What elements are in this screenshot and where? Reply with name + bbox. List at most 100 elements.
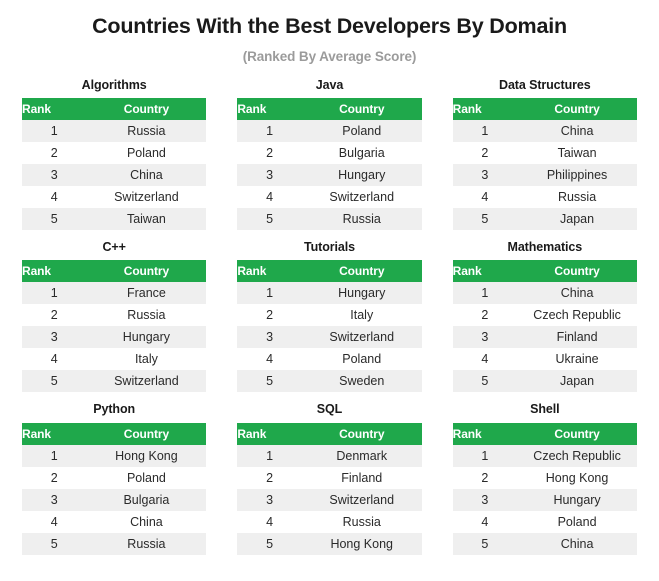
cell-rank: 2: [452, 304, 518, 327]
cell-rank: 4: [237, 510, 302, 533]
table-header-row: Rank Country: [452, 98, 637, 121]
cell-country: Hungary: [517, 488, 637, 511]
cell-rank: 3: [452, 164, 518, 187]
cell-rank: 5: [237, 370, 302, 393]
cell-rank: 5: [22, 208, 87, 231]
table-row: 5 Switzerland: [22, 370, 207, 393]
table-row: 1 France: [22, 282, 207, 305]
table-row: 2 Poland: [22, 142, 207, 165]
cell-rank: 1: [22, 120, 87, 143]
table-row: 5 Taiwan: [22, 208, 207, 231]
panel-title-cpp: C++: [102, 240, 126, 255]
cell-country: Italy: [86, 348, 207, 371]
table-row: 5 Hong Kong: [237, 532, 422, 555]
column-header-country: Country: [301, 98, 422, 121]
cell-country: Bulgaria: [86, 488, 207, 511]
table-row: 4 China: [22, 510, 207, 533]
table-row: 3 China: [22, 164, 207, 187]
cell-country: Japan: [517, 208, 637, 231]
panel-mathematics: Mathematics Rank Country 1 China 2 Czech Repub…: [452, 239, 637, 393]
table-row: 2 Czech Republic: [452, 304, 637, 327]
cell-country: Poland: [301, 120, 422, 143]
column-header-country: Country: [86, 98, 207, 121]
column-header-country: Country: [301, 260, 422, 283]
table-row: 4 Poland: [237, 348, 422, 371]
cell-rank: 2: [237, 304, 302, 327]
rank-table-shell: Rank Country 1 Czech Republic 2 Hong Kong 3 Hun…: [452, 422, 637, 555]
cell-rank: 3: [452, 326, 518, 349]
cell-rank: 4: [22, 348, 87, 371]
cell-rank: 4: [452, 186, 518, 209]
cell-country: Poland: [86, 142, 207, 165]
rank-table-mathematics: Rank Country 1 China 2 Czech Republic 3 Finland…: [452, 260, 637, 393]
cell-country: Hungary: [301, 282, 422, 305]
cell-country: Czech Republic: [517, 444, 637, 467]
column-header-rank: Rank: [22, 260, 87, 283]
table-row: 3 Switzerland: [237, 488, 422, 511]
cell-rank: 5: [22, 532, 87, 555]
cell-country: China: [517, 282, 637, 305]
column-header-rank: Rank: [22, 422, 87, 445]
cell-rank: 5: [237, 532, 302, 555]
table-row: 1 Czech Republic: [452, 444, 637, 467]
table-header-row: Rank Country: [22, 260, 207, 283]
cell-rank: 3: [452, 488, 518, 511]
cell-rank: 4: [22, 186, 87, 209]
table-row: 5 Russia: [237, 208, 422, 231]
table-row: 2 Hong Kong: [452, 466, 637, 489]
panel-grid: Algorithms Rank Country 1 Russia 2 Poland 3 Chin…: [0, 77, 659, 555]
table-row: 1 China: [452, 282, 637, 305]
table-row: 5 Japan: [452, 370, 637, 393]
panel-shell: Shell Rank Country 1 Czech Republic 2 Hong Kon…: [452, 401, 637, 555]
cell-rank: 3: [237, 164, 302, 187]
table-row: 2 Taiwan: [452, 142, 637, 165]
panel-tutorials: Tutorials Rank Country 1 Hungary 2 Italy 3 Switz…: [237, 239, 422, 393]
rank-table-algorithms: Rank Country 1 Russia 2 Poland 3 China 4 Switzerl…: [22, 98, 207, 231]
page-subtitle: (Ranked By Average Score): [242, 48, 417, 64]
panel-cpp: C++ Rank Country 1 France 2 Russia 3 Hungary 4 Ita…: [22, 239, 207, 393]
column-header-country: Country: [517, 260, 637, 283]
table-row: 5 China: [452, 532, 637, 555]
cell-country: China: [86, 164, 207, 187]
rank-table-sql: Rank Country 1 Denmark 2 Finland 3 Switzerland 4…: [237, 422, 422, 555]
cell-rank: 5: [452, 208, 518, 231]
table-row: 1 Hong Kong: [22, 444, 207, 467]
table-row: 3 Switzerland: [237, 326, 422, 349]
cell-rank: 5: [237, 208, 302, 231]
table-header-row: Rank Country: [452, 422, 637, 445]
cell-rank: 2: [452, 466, 518, 489]
cell-country: Finland: [301, 466, 422, 489]
cell-rank: 2: [237, 466, 302, 489]
cell-rank: 4: [237, 186, 302, 209]
cell-rank: 1: [22, 444, 87, 467]
cell-rank: 1: [452, 444, 518, 467]
column-header-country: Country: [301, 422, 422, 445]
panel-title-mathematics: Mathematics: [507, 240, 583, 255]
table-row: 1 China: [452, 120, 637, 143]
cell-country: Sweden: [301, 370, 422, 393]
cell-rank: 2: [22, 466, 87, 489]
cell-country: Czech Republic: [517, 304, 637, 327]
panel-algorithms: Algorithms Rank Country 1 Russia 2 Poland 3 Chin…: [22, 77, 207, 231]
panel-python: Python Rank Country 1 Hong Kong 2 Poland 3 Bulga…: [22, 401, 207, 555]
cell-rank: 3: [22, 164, 87, 187]
cell-country: Russia: [86, 304, 207, 327]
cell-rank: 2: [452, 142, 518, 165]
cell-rank: 1: [452, 282, 518, 305]
cell-rank: 2: [22, 142, 87, 165]
cell-rank: 1: [22, 282, 87, 305]
cell-country: Switzerland: [86, 186, 207, 209]
table-row: 1 Denmark: [237, 444, 422, 467]
table-row: 2 Finland: [237, 466, 422, 489]
cell-country: China: [517, 120, 637, 143]
table-row: 4 Poland: [452, 510, 637, 533]
cell-rank: 2: [237, 142, 302, 165]
cell-country: China: [517, 532, 637, 555]
cell-rank: 1: [452, 120, 518, 143]
cell-rank: 4: [452, 510, 518, 533]
panel-title-shell: Shell: [530, 402, 560, 417]
column-header-rank: Rank: [237, 98, 302, 121]
cell-rank: 4: [22, 510, 87, 533]
cell-rank: 1: [237, 444, 302, 467]
rank-table-cpp: Rank Country 1 France 2 Russia 3 Hungary 4 Italy 5…: [22, 260, 207, 393]
